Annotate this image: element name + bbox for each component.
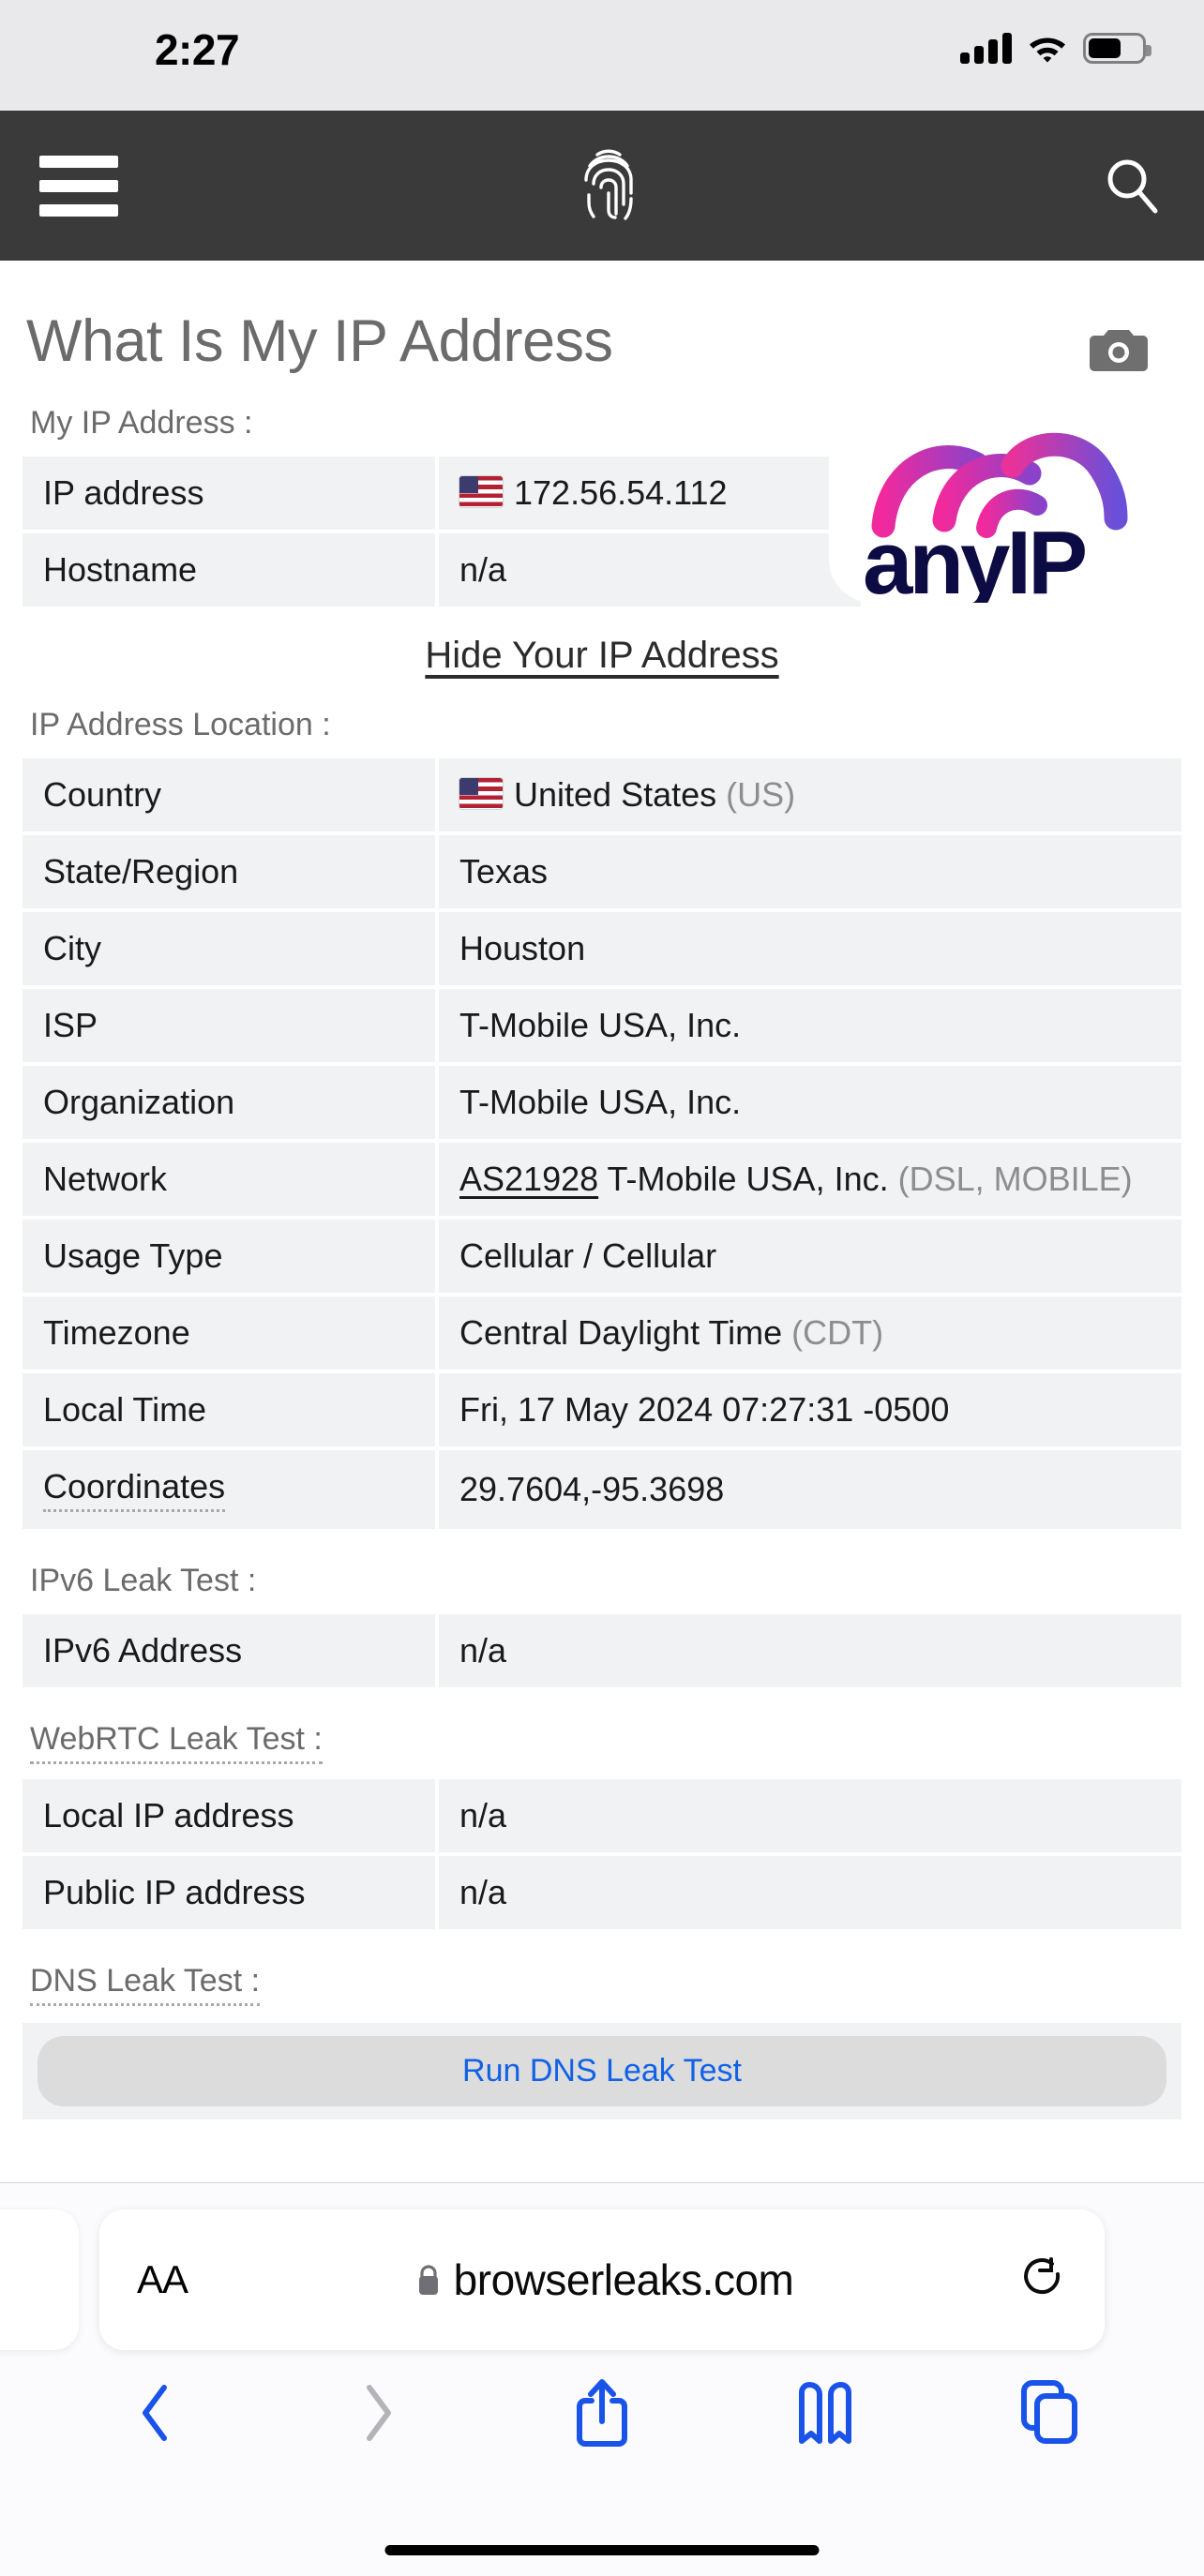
table-row: ISP T-Mobile USA, Inc.: [23, 989, 1181, 1062]
row-value: 29.7604,-95.3698: [439, 1450, 1181, 1529]
network-type: (DSL, MOBILE): [897, 1160, 1133, 1198]
table-row: City Houston: [23, 912, 1181, 985]
row-key: Network: [23, 1143, 439, 1216]
fingerprint-logo-icon[interactable]: [574, 142, 643, 229]
country-code: (US): [726, 775, 796, 814]
battery-icon: [1083, 32, 1151, 64]
my-ip-table: IP address 172.56.54.112 Hostname n/a: [23, 453, 861, 610]
share-icon[interactable]: [567, 2376, 637, 2449]
table-row: IP address 172.56.54.112: [23, 457, 861, 530]
us-flag-icon: [459, 476, 503, 507]
asn-link[interactable]: AS21928: [459, 1160, 598, 1198]
row-key: Organization: [23, 1066, 439, 1139]
table-row: Public IP address n/a: [23, 1856, 1181, 1929]
row-value: Central Daylight Time (CDT): [439, 1296, 1181, 1370]
dns-test-row: Run DNS Leak Test: [23, 2023, 1181, 2119]
table-row: Network AS21928 T-Mobile USA, Inc. (DSL,…: [23, 1143, 1181, 1216]
network-org: T-Mobile USA, Inc.: [607, 1160, 889, 1198]
table-row: IPv6 Address n/a: [23, 1614, 1181, 1687]
row-key: ISP: [23, 989, 439, 1062]
section-label-ipv6: IPv6 Leak Test :: [30, 1563, 257, 1598]
home-indicator: [384, 2545, 820, 2555]
table-row: Local IP address n/a: [23, 1779, 1181, 1852]
table-row: Country United States (US): [23, 758, 1181, 831]
row-key: IPv6 Address: [23, 1614, 439, 1687]
row-key: Coordinates: [23, 1450, 439, 1529]
wifi-icon: [1027, 32, 1068, 64]
section-label-webrtc[interactable]: WebRTC Leak Test :: [30, 1721, 323, 1764]
status-indicators: [960, 32, 1151, 64]
webrtc-table: Local IP address n/a Public IP address n…: [23, 1775, 1181, 1933]
row-value: AS21928 T-Mobile USA, Inc. (DSL, MOBILE): [439, 1143, 1181, 1216]
row-key: Country: [23, 758, 439, 831]
tabs-icon[interactable]: [1015, 2376, 1084, 2449]
ip-address-value: 172.56.54.112: [514, 473, 728, 512]
ipv6-table: IPv6 Address n/a: [23, 1610, 1181, 1691]
anyip-ad[interactable]: anyIP: [829, 402, 1181, 603]
cellular-signal-icon: [960, 32, 1012, 64]
row-key: Local IP address: [23, 1779, 439, 1852]
section-label-location: IP Address Location :: [30, 707, 331, 742]
forward-chevron-icon: [344, 2376, 414, 2449]
timezone-abbr: (CDT): [791, 1313, 884, 1352]
adjacent-tab[interactable]: [0, 2209, 79, 2350]
table-row: Hostname n/a: [23, 533, 861, 607]
page-title: What Is My IP Address: [26, 308, 613, 374]
tab-strip: AA browserleaks.com: [0, 2209, 1204, 2350]
row-key: Usage Type: [23, 1220, 439, 1293]
row-key: Local Time: [23, 1373, 439, 1446]
coordinates-label[interactable]: Coordinates: [43, 1467, 226, 1512]
row-key: IP address: [23, 457, 439, 530]
camera-icon[interactable]: [1090, 324, 1148, 371]
row-key: State/Region: [23, 835, 439, 908]
row-value: n/a: [439, 533, 861, 607]
row-value: Cellular / Cellular: [439, 1220, 1181, 1293]
reload-icon[interactable]: [1022, 2255, 1067, 2304]
row-value: United States (US): [439, 758, 1181, 831]
text-size-button[interactable]: AA: [137, 2257, 188, 2302]
row-value: 172.56.54.112: [439, 457, 861, 530]
page-content: What Is My IP Address My IP Address : IP…: [0, 261, 1204, 2182]
row-key: Hostname: [23, 533, 439, 607]
status-time: 2:27: [154, 25, 240, 74]
table-row: Coordinates 29.7604,-95.3698: [23, 1450, 1181, 1529]
run-dns-leak-test-button[interactable]: Run DNS Leak Test: [38, 2036, 1166, 2106]
section-label-dns[interactable]: DNS Leak Test :: [30, 1963, 261, 2006]
row-value: T-Mobile USA, Inc.: [439, 989, 1181, 1062]
table-row: Local Time Fri, 17 May 2024 07:27:31 -05…: [23, 1373, 1181, 1446]
row-value: Houston: [439, 912, 1181, 985]
lock-icon: [416, 2264, 441, 2296]
country-value: United States: [514, 775, 717, 814]
location-table: Country United States (US) State/Region …: [23, 755, 1181, 1533]
row-value: T-Mobile USA, Inc.: [439, 1066, 1181, 1139]
row-value: Fri, 17 May 2024 07:27:31 -0500: [439, 1373, 1181, 1446]
hide-your-ip-link[interactable]: Hide Your IP Address: [425, 635, 778, 676]
anyip-logo-icon: anyIP: [863, 432, 1128, 603]
us-flag-icon: [459, 778, 503, 809]
row-value: n/a: [439, 1779, 1181, 1852]
safari-bottom-chrome: AA browserleaks.com: [0, 2182, 1204, 2576]
row-value: n/a: [439, 1614, 1181, 1687]
row-key: City: [23, 912, 439, 985]
hamburger-menu-icon[interactable]: [39, 155, 118, 217]
row-key: Public IP address: [23, 1856, 439, 1929]
url-text[interactable]: browserleaks.com: [454, 2254, 794, 2305]
ios-status-bar: 2:27: [0, 0, 1204, 111]
row-key: Timezone: [23, 1296, 439, 1370]
svg-text:anyIP: anyIP: [863, 513, 1085, 603]
site-header: [0, 111, 1204, 261]
table-row: State/Region Texas: [23, 835, 1181, 908]
my-ip-section: IP address 172.56.54.112 Hostname n/a an…: [23, 402, 1181, 610]
bookmarks-icon[interactable]: [790, 2376, 860, 2449]
row-value: n/a: [439, 1856, 1181, 1929]
table-row: Timezone Central Daylight Time (CDT): [23, 1296, 1181, 1370]
timezone-value: Central Daylight Time: [459, 1313, 783, 1352]
back-chevron-icon[interactable]: [120, 2376, 189, 2449]
table-row: Organization T-Mobile USA, Inc.: [23, 1066, 1181, 1139]
browser-toolbar: [0, 2361, 1204, 2464]
row-value: Texas: [439, 835, 1181, 908]
search-icon[interactable]: [1099, 153, 1165, 218]
table-row: Usage Type Cellular / Cellular: [23, 1220, 1181, 1293]
url-bar[interactable]: AA browserleaks.com: [99, 2209, 1105, 2350]
